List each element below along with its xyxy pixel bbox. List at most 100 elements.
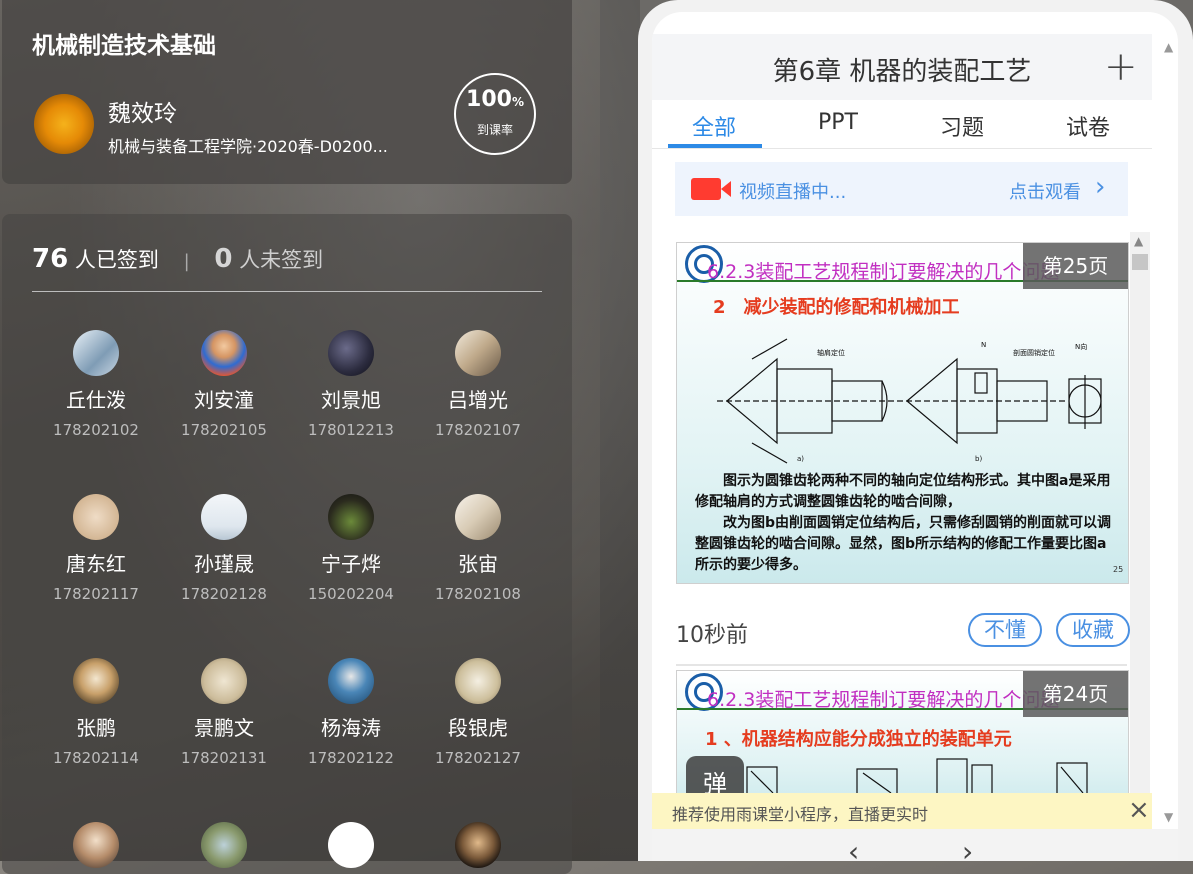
dont-understand-button[interactable]: 不懂 bbox=[968, 613, 1042, 647]
back-icon[interactable]: ‹ bbox=[848, 835, 859, 861]
student-card[interactable] bbox=[414, 822, 542, 868]
phone-screen: 第6章 机器的装配工艺 + 全部 PPT 习题 试卷 视频直播中... 点击观看… bbox=[652, 12, 1178, 861]
fig-label: N向 bbox=[1075, 342, 1087, 351]
student-name: 吕增光 bbox=[448, 388, 508, 412]
slide-meta: 10秒前 不懂 收藏 bbox=[676, 602, 1130, 666]
student-card[interactable]: 张宙 178202108 bbox=[414, 494, 542, 603]
page-badge: 第24页 bbox=[1023, 671, 1128, 717]
teacher-department: 机械与装备工程学院·2020春-D0200... bbox=[108, 137, 388, 156]
chapter-header: 第6章 机器的装配工艺 + bbox=[652, 34, 1152, 100]
avatar bbox=[201, 494, 247, 540]
student-name: 段银虎 bbox=[448, 716, 508, 740]
student-id: 178202114 bbox=[53, 749, 139, 767]
avatar bbox=[455, 494, 501, 540]
avatar bbox=[73, 658, 119, 704]
phone-frame: 第6章 机器的装配工艺 + 全部 PPT 习题 试卷 视频直播中... 点击观看… bbox=[638, 0, 1193, 861]
active-tab-indicator bbox=[668, 144, 762, 148]
inner-scrollbar[interactable]: ▲ bbox=[1130, 232, 1150, 812]
student-card[interactable] bbox=[287, 822, 415, 868]
student-card[interactable] bbox=[160, 822, 288, 868]
bottom-navbar: ‹ › bbox=[652, 829, 1178, 861]
scroll-down-icon[interactable]: ▼ bbox=[1164, 810, 1173, 824]
slide-card[interactable]: 6.2.3装配工艺规程制订要解决的几个问题 第25页 2 减少装配的修配和机械加… bbox=[676, 242, 1129, 584]
student-card[interactable]: 刘安潼 178202105 bbox=[160, 330, 288, 439]
student-card[interactable]: 段银虎 178202127 bbox=[414, 658, 542, 767]
attendance-rate-ring: 100% 到课率 bbox=[454, 73, 536, 155]
course-card: 机械制造技术基础 魏效玲 机械与装备工程学院·2020春-D0200... 10… bbox=[2, 0, 572, 184]
tab-ppt[interactable]: PPT bbox=[818, 110, 858, 135]
student-card[interactable]: 丘仕泼 178202102 bbox=[32, 330, 160, 439]
favorite-button[interactable]: 收藏 bbox=[1056, 613, 1130, 647]
signed-label: 人已签到 bbox=[74, 248, 159, 272]
chapter-title: 第6章 机器的装配工艺 bbox=[772, 57, 1032, 87]
avatar bbox=[328, 494, 374, 540]
fig-label: a) bbox=[797, 455, 804, 463]
student-card[interactable]: 唐东红 178202117 bbox=[32, 494, 160, 603]
student-id: 150202204 bbox=[308, 585, 394, 603]
avatar bbox=[455, 330, 501, 376]
student-card[interactable]: 景鹏文 178202131 bbox=[160, 658, 288, 767]
teacher-avatar bbox=[34, 94, 94, 154]
scroll-up-icon[interactable]: ▲ bbox=[1134, 234, 1143, 248]
student-id: 178202102 bbox=[53, 421, 139, 439]
student-id: 178012213 bbox=[308, 421, 394, 439]
avatar bbox=[73, 494, 119, 540]
assembly-diagram bbox=[746, 758, 1088, 797]
close-icon[interactable]: × bbox=[1128, 795, 1150, 825]
student-card[interactable]: 宁子烨 150202204 bbox=[287, 494, 415, 603]
unsigned-count: 0 bbox=[214, 244, 233, 274]
chevron-right-icon: › bbox=[1095, 172, 1106, 202]
student-card[interactable] bbox=[32, 822, 160, 868]
course-title: 机械制造技术基础 bbox=[32, 33, 216, 59]
live-status-text: 视频直播中... bbox=[739, 182, 847, 203]
student-name: 张鹏 bbox=[76, 716, 116, 740]
avatar bbox=[328, 658, 374, 704]
live-stream-banner[interactable]: 视频直播中... 点击观看 › bbox=[675, 162, 1128, 216]
forward-icon[interactable]: › bbox=[962, 835, 973, 861]
student-card[interactable]: 孙瑾晟 178202128 bbox=[160, 494, 288, 603]
student-name: 孙瑾晟 bbox=[194, 552, 254, 576]
avatar bbox=[201, 330, 247, 376]
student-id: 178202108 bbox=[435, 585, 521, 603]
student-id: 178202122 bbox=[308, 749, 394, 767]
signed-count: 76 bbox=[32, 244, 69, 274]
avatar bbox=[455, 658, 501, 704]
outer-scrollbar[interactable]: ▲ ▼ bbox=[1162, 40, 1176, 824]
mini-program-notice: 推荐使用雨课堂小程序，直播更实时 × bbox=[652, 793, 1152, 829]
student-name: 张宙 bbox=[458, 552, 498, 576]
student-name: 丘仕泼 bbox=[66, 388, 126, 412]
student-name: 宁子烨 bbox=[321, 552, 381, 576]
notice-text: 推荐使用雨课堂小程序，直播更实时 bbox=[672, 805, 929, 824]
watch-live-link[interactable]: 点击观看 bbox=[1009, 178, 1081, 204]
divider bbox=[32, 291, 542, 292]
fig-label: N bbox=[981, 341, 986, 349]
plus-icon[interactable]: + bbox=[1104, 44, 1138, 90]
student-name: 刘景旭 bbox=[321, 388, 381, 412]
student-card[interactable]: 张鹏 178202114 bbox=[32, 658, 160, 767]
slide-subheading: 2 减少装配的修配和机械加工 bbox=[713, 297, 960, 318]
slide-body: 图示为圆锥齿轮两种不同的轴向定位结构形式。其中图a是采用修配轴肩的方式调整圆锥齿… bbox=[695, 473, 1112, 573]
slide-subheading: 1 、机器结构应能分成独立的装配单元 bbox=[705, 729, 1012, 750]
tab-exercises[interactable]: 习题 bbox=[940, 110, 984, 142]
avatar bbox=[73, 822, 119, 868]
tab-exams[interactable]: 试卷 bbox=[1066, 110, 1110, 142]
student-id: 178202128 bbox=[181, 585, 267, 603]
student-id: 178202127 bbox=[435, 749, 521, 767]
gear-diagram: 轴肩定位 剖面圆销定位 N向 N a) b) bbox=[717, 338, 1102, 464]
avatar bbox=[201, 658, 247, 704]
student-id: 178202117 bbox=[53, 585, 139, 603]
avatar bbox=[73, 330, 119, 376]
tab-bar: 全部 PPT 习题 试卷 bbox=[652, 100, 1152, 149]
student-card[interactable]: 刘景旭 178012213 bbox=[287, 330, 415, 439]
unsigned-label: 人未签到 bbox=[239, 248, 324, 272]
student-card[interactable]: 吕增光 178202107 bbox=[414, 330, 542, 439]
scroll-thumb[interactable] bbox=[1132, 254, 1148, 270]
scroll-up-icon[interactable]: ▲ bbox=[1164, 40, 1173, 54]
avatar bbox=[201, 822, 247, 868]
student-card[interactable]: 杨海涛 178202122 bbox=[287, 658, 415, 767]
avatar bbox=[328, 330, 374, 376]
fig-label: 轴肩定位 bbox=[817, 348, 845, 357]
video-camera-icon bbox=[691, 178, 721, 200]
student-name: 刘安潼 bbox=[194, 388, 254, 412]
tab-all[interactable]: 全部 bbox=[692, 110, 736, 142]
